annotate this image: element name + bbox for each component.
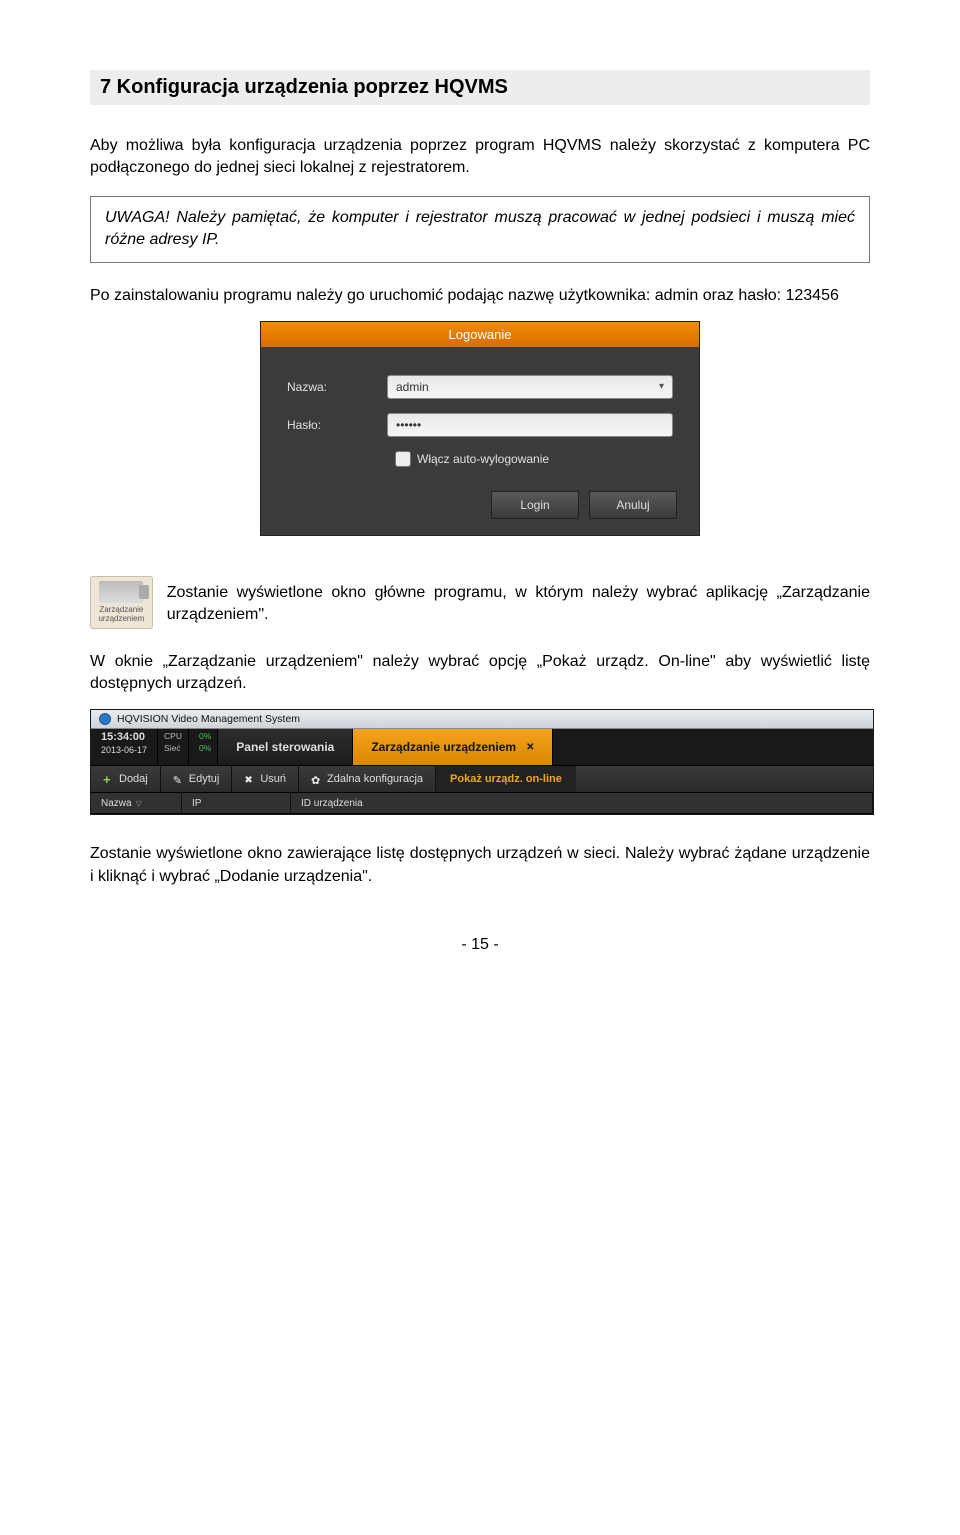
show-online-devices-button[interactable]: Pokaż urządz. on-line: [436, 766, 576, 792]
login-password-input[interactable]: ••••••: [387, 413, 673, 437]
gear-icon: [311, 774, 322, 785]
login-password-label: Hasło:: [287, 418, 387, 432]
remote-config-button-label: Zdalna konfiguracja: [327, 773, 423, 785]
clock-date: 2013-06-17: [101, 745, 147, 756]
app-topbar: 15:34:00 2013-06-17 CPU Sieć 0% 0% Panel…: [91, 729, 873, 765]
app-title: HQVISION Video Management System: [117, 713, 300, 725]
auto-logout-label: Włącz auto-wylogowanie: [417, 452, 549, 466]
login-dialog-title: Logowanie: [261, 322, 699, 347]
tab-device-management[interactable]: Zarządzanie urządzeniem ✕: [353, 729, 553, 765]
toolbar: + Dodaj Edytuj Usuń Zdalna konfiguracja …: [91, 765, 873, 793]
column-header-name[interactable]: Nazwa ▽: [91, 793, 182, 813]
warning-box: UWAGA! Należy pamiętać, że komputer i re…: [90, 196, 870, 263]
cancel-button[interactable]: Anuluj: [589, 491, 677, 519]
cpu-value: 0%: [199, 731, 211, 741]
add-button[interactable]: + Dodaj: [91, 766, 161, 792]
device-management-app-icon[interactable]: Zarządzanie urządzeniem: [90, 576, 153, 629]
chevron-down-icon[interactable]: ▾: [659, 381, 664, 392]
close-icon[interactable]: ✕: [526, 742, 534, 753]
app-window: HQVISION Video Management System 15:34:0…: [90, 709, 874, 815]
pencil-icon: [173, 774, 184, 785]
section-title: 7 Konfiguracja urządzenia poprzez HQVMS: [90, 70, 870, 105]
paragraph-2: Po zainstalowaniu programu należy go uru…: [90, 285, 870, 307]
column-header-ip[interactable]: IP: [182, 793, 291, 813]
app-titlebar: HQVISION Video Management System: [91, 710, 873, 729]
net-label: Sieć: [164, 743, 181, 753]
column-header-name-label: Nazwa: [101, 798, 132, 809]
page-number: - 15 -: [90, 936, 870, 954]
app-icon: [99, 713, 111, 725]
edit-button[interactable]: Edytuj: [161, 766, 233, 792]
login-name-label: Nazwa:: [287, 380, 387, 394]
edit-button-label: Edytuj: [189, 773, 220, 785]
remote-config-button[interactable]: Zdalna konfiguracja: [299, 766, 436, 792]
paragraph-5: Zostanie wyświetlone okno zawierające li…: [90, 843, 870, 888]
login-button[interactable]: Login: [491, 491, 579, 519]
paragraph-3: Zostanie wyświetlone okno główne program…: [167, 582, 870, 627]
paragraph-1: Aby możliwa była konfiguracja urządzenia…: [90, 135, 870, 180]
auto-logout-checkbox[interactable]: [395, 451, 411, 467]
plus-icon: +: [103, 774, 114, 785]
table-header: Nazwa ▽ IP ID urządzenia: [91, 793, 873, 814]
delete-icon: [244, 774, 255, 785]
add-button-label: Dodaj: [119, 773, 148, 785]
delete-button[interactable]: Usuń: [232, 766, 299, 792]
sort-icon: ▽: [136, 799, 142, 808]
paragraph-4: W oknie „Zarządzanie urządzeniem" należy…: [90, 651, 870, 696]
login-name-input[interactable]: admin ▾: [387, 375, 673, 399]
net-value: 0%: [199, 743, 211, 753]
column-header-device-id[interactable]: ID urządzenia: [291, 793, 873, 813]
delete-button-label: Usuń: [260, 773, 286, 785]
tab-device-management-label: Zarządzanie urządzeniem: [371, 740, 516, 754]
cpu-label: CPU: [164, 731, 182, 741]
device-management-icon-label: Zarządzanie urządzeniem: [93, 606, 150, 624]
login-password-value: ••••••: [396, 418, 421, 432]
clock-time: 15:34:00: [101, 731, 147, 744]
login-name-value: admin: [396, 380, 429, 394]
tab-control-panel[interactable]: Panel sterowania: [218, 729, 353, 765]
login-dialog: Logowanie Nazwa: admin ▾ Hasło: •••••• W…: [260, 321, 700, 536]
camera-icon: [99, 581, 143, 603]
